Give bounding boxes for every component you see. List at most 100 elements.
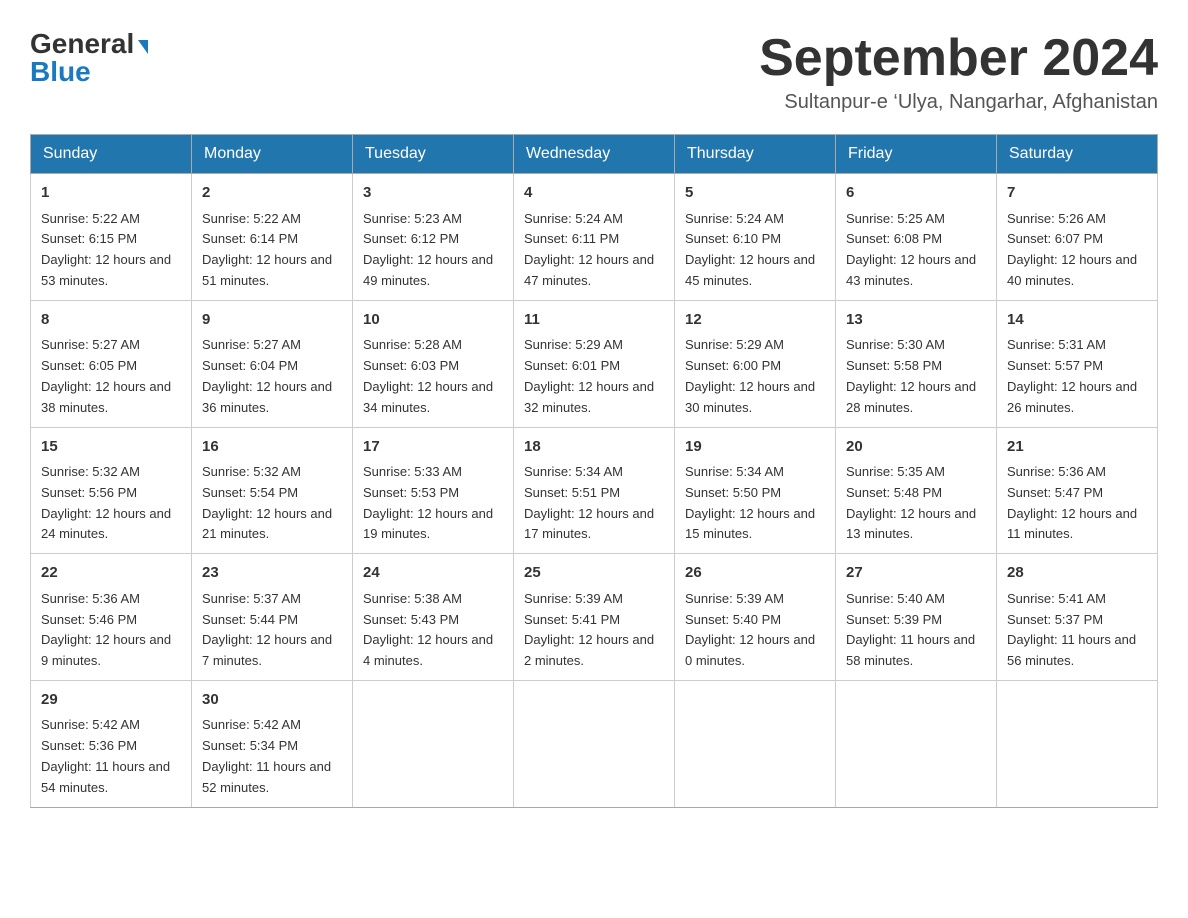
day-number: 22 xyxy=(41,562,181,585)
day-info: Sunrise: 5:41 AMSunset: 5:37 PMDaylight:… xyxy=(1007,589,1147,672)
day-info: Sunrise: 5:27 AMSunset: 6:04 PMDaylight:… xyxy=(202,335,342,418)
day-number: 4 xyxy=(524,182,664,205)
calendar-table: Sunday Monday Tuesday Wednesday Thursday… xyxy=(30,134,1158,807)
col-header-friday: Friday xyxy=(836,135,997,174)
table-row: 26 Sunrise: 5:39 AMSunset: 5:40 PMDayligh… xyxy=(675,554,836,681)
day-info: Sunrise: 5:24 AMSunset: 6:11 PMDaylight:… xyxy=(524,209,664,292)
table-row: 14 Sunrise: 5:31 AMSunset: 5:57 PMDayligh… xyxy=(997,300,1158,427)
calendar-week-row: 29 Sunrise: 5:42 AMSunset: 5:36 PMDayligh… xyxy=(31,680,1158,807)
day-number: 29 xyxy=(41,689,181,712)
day-number: 11 xyxy=(524,309,664,332)
logo-general-text: General xyxy=(30,28,134,59)
table-row: 25 Sunrise: 5:39 AMSunset: 5:41 PMDayligh… xyxy=(514,554,675,681)
col-header-sunday: Sunday xyxy=(31,135,192,174)
day-number: 2 xyxy=(202,182,342,205)
day-info: Sunrise: 5:34 AMSunset: 5:50 PMDaylight:… xyxy=(685,462,825,545)
day-number: 25 xyxy=(524,562,664,585)
table-row: 7Sunrise: 5:26 AMSunset: 6:07 PMDaylight… xyxy=(997,174,1158,301)
day-info: Sunrise: 5:29 AMSunset: 6:00 PMDaylight:… xyxy=(685,335,825,418)
col-header-thursday: Thursday xyxy=(675,135,836,174)
table-row xyxy=(836,680,997,807)
day-number: 30 xyxy=(202,689,342,712)
table-row: 22Sunrise: 5:36 AMSunset: 5:46 PMDayligh… xyxy=(31,554,192,681)
month-year-title: September 2024 xyxy=(759,30,1158,87)
day-number: 19 xyxy=(685,436,825,459)
table-row: 10 Sunrise: 5:28 AMSunset: 6:03 PMDayligh… xyxy=(353,300,514,427)
table-row: 6 Sunrise: 5:25 AMSunset: 6:08 PMDaylight… xyxy=(836,174,997,301)
col-header-saturday: Saturday xyxy=(997,135,1158,174)
table-row: 12 Sunrise: 5:29 AMSunset: 6:00 PMDayligh… xyxy=(675,300,836,427)
table-row xyxy=(675,680,836,807)
day-number: 27 xyxy=(846,562,986,585)
day-number: 20 xyxy=(846,436,986,459)
day-number: 9 xyxy=(202,309,342,332)
day-number: 13 xyxy=(846,309,986,332)
logo-blue-text: Blue xyxy=(30,58,91,86)
calendar-week-row: 15Sunrise: 5:32 AMSunset: 5:56 PMDayligh… xyxy=(31,427,1158,554)
logo: General Blue xyxy=(30,30,148,86)
table-row: 15Sunrise: 5:32 AMSunset: 5:56 PMDayligh… xyxy=(31,427,192,554)
day-number: 23 xyxy=(202,562,342,585)
day-info: Sunrise: 5:22 AMSunset: 6:15 PMDaylight:… xyxy=(41,209,181,292)
table-row: 23 Sunrise: 5:37 AMSunset: 5:44 PMDayligh… xyxy=(192,554,353,681)
table-row: 4 Sunrise: 5:24 AMSunset: 6:11 PMDaylight… xyxy=(514,174,675,301)
day-info: Sunrise: 5:33 AMSunset: 5:53 PMDaylight:… xyxy=(363,462,503,545)
table-row: 8 Sunrise: 5:27 AMSunset: 6:05 PMDaylight… xyxy=(31,300,192,427)
day-number: 24 xyxy=(363,562,503,585)
day-number: 14 xyxy=(1007,309,1147,332)
day-info: Sunrise: 5:24 AMSunset: 6:10 PMDaylight:… xyxy=(685,209,825,292)
day-info: Sunrise: 5:32 AMSunset: 5:54 PMDaylight:… xyxy=(202,462,342,545)
day-number: 10 xyxy=(363,309,503,332)
table-row: 1 Sunrise: 5:22 AMSunset: 6:15 PMDaylight… xyxy=(31,174,192,301)
day-info: Sunrise: 5:39 AMSunset: 5:41 PMDaylight:… xyxy=(524,589,664,672)
table-row: 19 Sunrise: 5:34 AMSunset: 5:50 PMDayligh… xyxy=(675,427,836,554)
day-info: Sunrise: 5:30 AMSunset: 5:58 PMDaylight:… xyxy=(846,335,986,418)
day-info: Sunrise: 5:39 AMSunset: 5:40 PMDaylight:… xyxy=(685,589,825,672)
day-info: Sunrise: 5:35 AMSunset: 5:48 PMDaylight:… xyxy=(846,462,986,545)
table-row: 9 Sunrise: 5:27 AMSunset: 6:04 PMDaylight… xyxy=(192,300,353,427)
table-row: 11Sunrise: 5:29 AMSunset: 6:01 PMDayligh… xyxy=(514,300,675,427)
day-info: Sunrise: 5:31 AMSunset: 5:57 PMDaylight:… xyxy=(1007,335,1147,418)
day-number: 5 xyxy=(685,182,825,205)
calendar-week-row: 8 Sunrise: 5:27 AMSunset: 6:05 PMDaylight… xyxy=(31,300,1158,427)
day-info: Sunrise: 5:25 AMSunset: 6:08 PMDaylight:… xyxy=(846,209,986,292)
col-header-tuesday: Tuesday xyxy=(353,135,514,174)
day-number: 18 xyxy=(524,436,664,459)
table-row: 5 Sunrise: 5:24 AMSunset: 6:10 PMDaylight… xyxy=(675,174,836,301)
day-info: Sunrise: 5:34 AMSunset: 5:51 PMDaylight:… xyxy=(524,462,664,545)
calendar-week-row: 22Sunrise: 5:36 AMSunset: 5:46 PMDayligh… xyxy=(31,554,1158,681)
day-number: 1 xyxy=(41,182,181,205)
day-info: Sunrise: 5:23 AMSunset: 6:12 PMDaylight:… xyxy=(363,209,503,292)
title-section: September 2024 Sultanpur-e ‘Ulya, Nangar… xyxy=(759,30,1158,114)
day-number: 26 xyxy=(685,562,825,585)
day-number: 15 xyxy=(41,436,181,459)
day-info: Sunrise: 5:28 AMSunset: 6:03 PMDaylight:… xyxy=(363,335,503,418)
calendar-header-row: Sunday Monday Tuesday Wednesday Thursday… xyxy=(31,135,1158,174)
day-info: Sunrise: 5:38 AMSunset: 5:43 PMDaylight:… xyxy=(363,589,503,672)
day-number: 28 xyxy=(1007,562,1147,585)
day-info: Sunrise: 5:37 AMSunset: 5:44 PMDaylight:… xyxy=(202,589,342,672)
day-info: Sunrise: 5:40 AMSunset: 5:39 PMDaylight:… xyxy=(846,589,986,672)
location-subtitle: Sultanpur-e ‘Ulya, Nangarhar, Afghanista… xyxy=(759,91,1158,114)
day-info: Sunrise: 5:42 AMSunset: 5:34 PMDaylight:… xyxy=(202,715,342,798)
table-row: 21Sunrise: 5:36 AMSunset: 5:47 PMDayligh… xyxy=(997,427,1158,554)
table-row: 18 Sunrise: 5:34 AMSunset: 5:51 PMDayligh… xyxy=(514,427,675,554)
page-header: General Blue September 2024 Sultanpur-e … xyxy=(30,30,1158,114)
table-row: 28 Sunrise: 5:41 AMSunset: 5:37 PMDayligh… xyxy=(997,554,1158,681)
day-number: 7 xyxy=(1007,182,1147,205)
day-number: 6 xyxy=(846,182,986,205)
day-number: 16 xyxy=(202,436,342,459)
table-row: 20 Sunrise: 5:35 AMSunset: 5:48 PMDayligh… xyxy=(836,427,997,554)
day-number: 12 xyxy=(685,309,825,332)
table-row xyxy=(353,680,514,807)
col-header-wednesday: Wednesday xyxy=(514,135,675,174)
day-number: 17 xyxy=(363,436,503,459)
table-row: 3Sunrise: 5:23 AMSunset: 6:12 PMDaylight… xyxy=(353,174,514,301)
day-number: 21 xyxy=(1007,436,1147,459)
logo-triangle-icon xyxy=(138,40,148,54)
day-info: Sunrise: 5:27 AMSunset: 6:05 PMDaylight:… xyxy=(41,335,181,418)
day-number: 8 xyxy=(41,309,181,332)
table-row: 27 Sunrise: 5:40 AMSunset: 5:39 PMDayligh… xyxy=(836,554,997,681)
day-info: Sunrise: 5:42 AMSunset: 5:36 PMDaylight:… xyxy=(41,715,181,798)
table-row: 30 Sunrise: 5:42 AMSunset: 5:34 PMDayligh… xyxy=(192,680,353,807)
